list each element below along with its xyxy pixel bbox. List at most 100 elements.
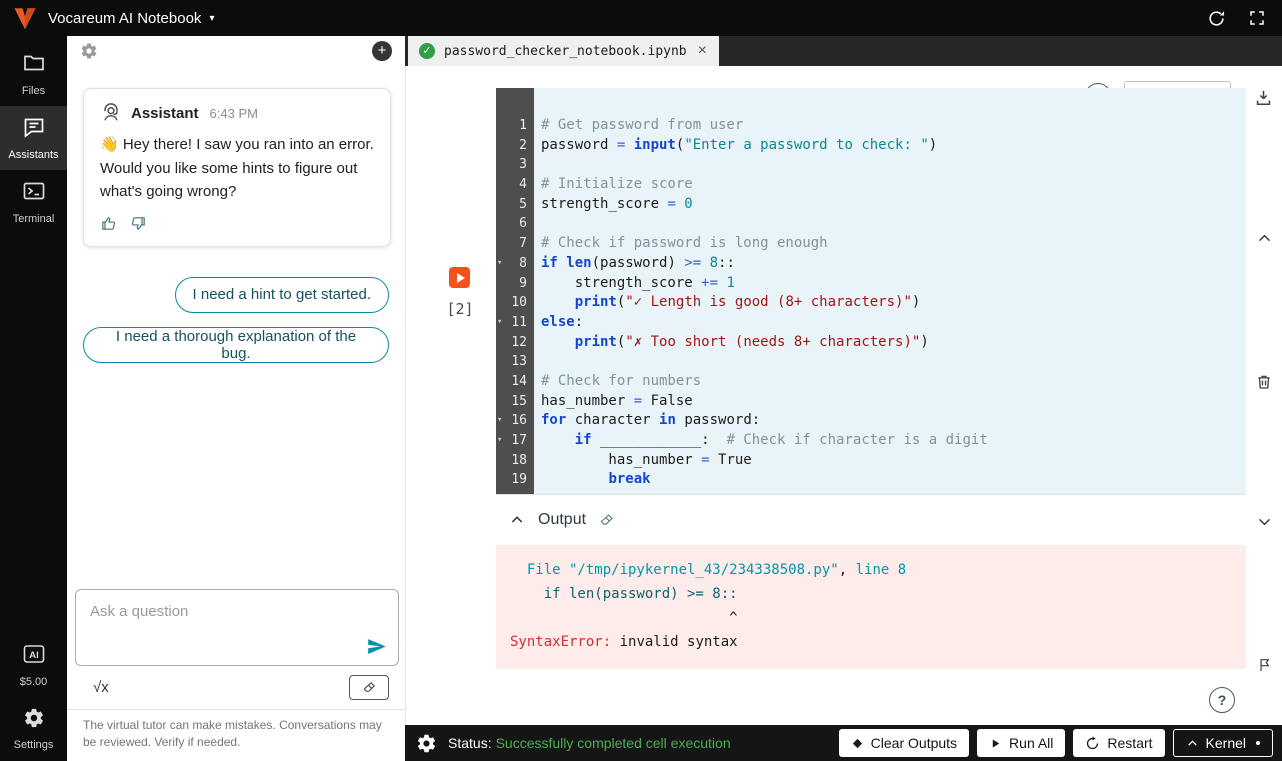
- code-area[interactable]: # Get password from userpassword = input…: [534, 88, 1246, 494]
- code-line[interactable]: print("✓ Length is good (8+ characters)"…: [541, 293, 1246, 313]
- gear-icon[interactable]: [80, 42, 98, 60]
- expand-output-icon[interactable]: [1256, 513, 1273, 530]
- assistant-message-card: Assistant 6:43 PM 👋 Hey there! I saw you…: [83, 88, 391, 247]
- delete-cell-icon[interactable]: [1255, 373, 1273, 391]
- output-line: File "/tmp/ipykernel_43/234338508.py", l…: [510, 558, 1232, 582]
- notebook-panel: ✓ password_checker_notebook.ipynb × ? Co…: [405, 36, 1282, 761]
- output-line: if len(password) >= 8::: [510, 582, 1232, 606]
- code-line[interactable]: [541, 155, 1246, 175]
- pin-icon[interactable]: [1257, 657, 1273, 673]
- notebook-body: ? Code [2] 1234567▾8910▾1112131415▾16▾17…: [405, 66, 1282, 725]
- execution-count: [2]: [442, 300, 478, 318]
- sidebar-item-credits[interactable]: AI $5.00: [0, 633, 67, 697]
- line-number: 1: [496, 116, 534, 136]
- code-line[interactable]: # Check for numbers: [541, 372, 1246, 392]
- code-line[interactable]: password = input("Enter a password to ch…: [541, 136, 1246, 156]
- refresh-icon[interactable]: [1207, 9, 1226, 28]
- button-label: Clear Outputs: [871, 735, 957, 751]
- restart-button[interactable]: Restart: [1073, 729, 1164, 757]
- fold-chevron-icon[interactable]: ▾: [497, 254, 502, 274]
- tab-bar: ✓ password_checker_notebook.ipynb ×: [405, 36, 1282, 66]
- code-line[interactable]: has_number = True: [541, 451, 1246, 471]
- sidebar-item-label: Files: [22, 85, 45, 97]
- output-header: Output: [496, 494, 1246, 545]
- code-line[interactable]: break: [541, 470, 1246, 490]
- sidebar-item-label: Assistants: [8, 149, 58, 161]
- kernel-status-dot: [1256, 741, 1260, 745]
- credits-label: $5.00: [20, 676, 48, 688]
- line-number: 14: [496, 372, 534, 392]
- message-timestamp: 6:43 PM: [210, 106, 258, 121]
- clear-input-button[interactable]: [349, 675, 389, 700]
- folder-icon: [22, 51, 46, 80]
- line-number: 5: [496, 195, 534, 215]
- collapse-output-icon[interactable]: [509, 512, 525, 528]
- app-title-menu[interactable]: Vocareum AI Notebook ▾: [48, 10, 214, 27]
- button-label: Kernel: [1206, 735, 1246, 751]
- sidebar-item-assistants[interactable]: Assistants: [0, 106, 67, 170]
- output-line: ^: [510, 606, 1232, 630]
- output-label: Output: [538, 511, 586, 529]
- status-value: Successfully completed cell execution: [496, 735, 731, 751]
- code-line[interactable]: has_number = False: [541, 392, 1246, 412]
- sidebar-item-files[interactable]: Files: [0, 42, 67, 106]
- eraser-icon: [362, 680, 377, 695]
- fold-chevron-icon[interactable]: ▾: [497, 313, 502, 333]
- code-line[interactable]: [541, 352, 1246, 372]
- sidebar-item-settings[interactable]: Settings: [0, 697, 67, 761]
- code-line[interactable]: # Check if password is long enough: [541, 234, 1246, 254]
- code-cell[interactable]: 1234567▾8910▾1112131415▾16▾171819 # Get …: [496, 88, 1246, 494]
- top-bar: Vocareum AI Notebook ▾: [0, 0, 1282, 36]
- tab-notebook[interactable]: ✓ password_checker_notebook.ipynb ×: [408, 36, 719, 66]
- assistant-avatar-icon: [100, 102, 122, 124]
- kernel-button[interactable]: Kernel: [1173, 729, 1273, 757]
- collapse-cell-icon[interactable]: [1256, 230, 1273, 247]
- question-input[interactable]: [76, 590, 398, 665]
- thumbs-up-icon[interactable]: [100, 215, 117, 232]
- fold-chevron-icon[interactable]: ▾: [497, 431, 502, 451]
- code-line[interactable]: if len(password) >= 8::: [541, 254, 1246, 274]
- math-input-icon[interactable]: √x: [93, 679, 109, 696]
- chevron-up-icon: [1186, 737, 1199, 750]
- run-cell-button[interactable]: [449, 267, 470, 288]
- suggestion-hint-button[interactable]: I need a hint to get started.: [175, 277, 389, 313]
- vocareum-logo-icon[interactable]: [12, 5, 38, 31]
- line-number: 12: [496, 333, 534, 353]
- suggestion-explanation-button[interactable]: I need a thorough explanation of the bug…: [83, 327, 389, 363]
- thumbs-down-icon[interactable]: [130, 215, 147, 232]
- ai-badge-icon: AI: [22, 642, 46, 671]
- fold-chevron-icon[interactable]: ▾: [497, 411, 502, 431]
- close-icon[interactable]: ×: [698, 42, 707, 60]
- code-line[interactable]: if ____________: # Check if character is…: [541, 431, 1246, 451]
- button-label: Restart: [1107, 735, 1152, 751]
- download-icon[interactable]: [1254, 88, 1273, 107]
- code-line[interactable]: for character in password:: [541, 411, 1246, 431]
- code-line[interactable]: # Get password from user: [541, 116, 1246, 136]
- code-line[interactable]: strength_score = 0: [541, 195, 1246, 215]
- line-number: 2: [496, 136, 534, 156]
- clear-outputs-button[interactable]: Clear Outputs: [839, 729, 969, 757]
- status-bar: Status:Successfully completed cell execu…: [405, 725, 1282, 761]
- code-line[interactable]: print("✗ Too short (needs 8+ characters)…: [541, 333, 1246, 353]
- send-icon[interactable]: [366, 636, 387, 657]
- sidebar-item-label: Settings: [14, 739, 54, 751]
- clear-output-icon[interactable]: [599, 512, 615, 528]
- svg-text:AI: AI: [29, 650, 39, 661]
- sidebar-item-terminal[interactable]: Terminal: [0, 170, 67, 234]
- play-icon: [989, 737, 1002, 750]
- code-line[interactable]: strength_score += 1: [541, 274, 1246, 294]
- assistant-panel: + Assistant 6:43 PM 👋 Hey there! I saw y…: [67, 36, 405, 761]
- help-button-bottom[interactable]: ?: [1209, 687, 1235, 713]
- output-line: SyntaxError: invalid syntax: [510, 630, 1232, 654]
- code-line[interactable]: # Initialize score: [541, 175, 1246, 195]
- fullscreen-icon[interactable]: [1248, 9, 1266, 27]
- sidebar-item-label: Terminal: [13, 213, 55, 225]
- run-all-button[interactable]: Run All: [977, 729, 1065, 757]
- code-line[interactable]: else:: [541, 313, 1246, 333]
- new-chat-button[interactable]: +: [372, 41, 392, 61]
- assistant-message-text: 👋 Hey there! I saw you ran into an error…: [100, 133, 374, 204]
- check-circle-icon: ✓: [419, 43, 435, 59]
- assistant-panel-header: +: [67, 36, 405, 66]
- gear-icon[interactable]: [416, 733, 437, 754]
- code-line[interactable]: [541, 214, 1246, 234]
